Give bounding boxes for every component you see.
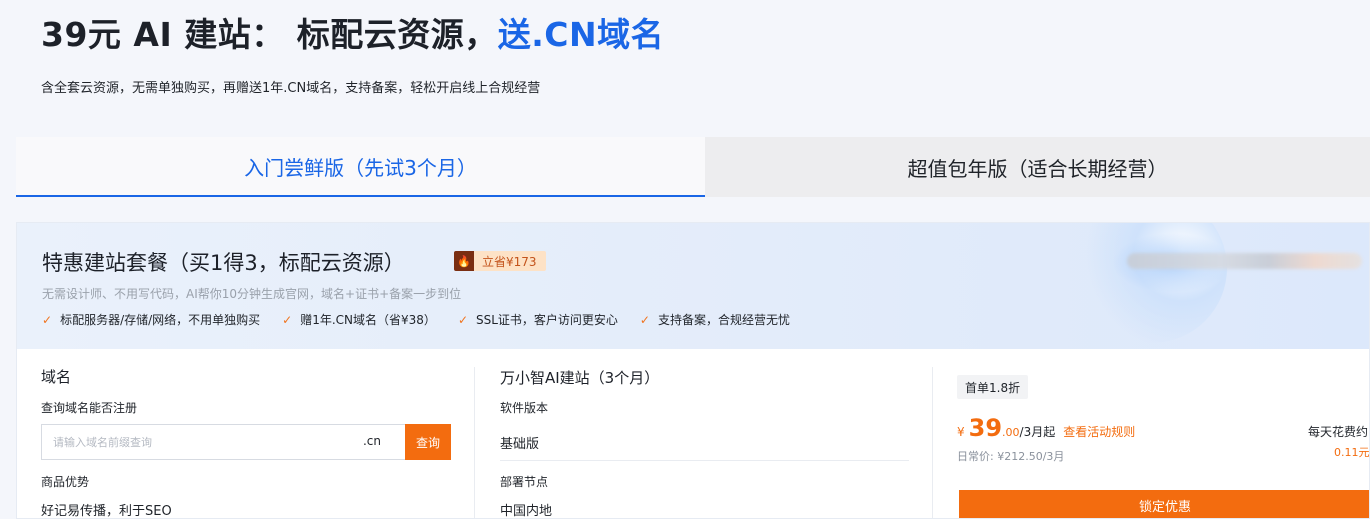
- row-divider: [500, 460, 909, 461]
- page-title-main: 39元 AI 建站： 标配云资源，: [41, 15, 498, 54]
- domain-query-label: 查询域名能否注册: [41, 401, 138, 415]
- page-subtitle: 含全套云资源，无需单独购买，再赠送1年.CN域名，支持备案，轻松开启线上合规经营: [41, 81, 541, 96]
- daily-cost-label: 每天花费约: [1308, 425, 1369, 439]
- flame-icon: 🔥: [454, 251, 474, 271]
- feature-item: ✓ 标配服务器/存储/网络，不用单独购买: [42, 311, 260, 328]
- plan-tabs: 入门尝鲜版（先试3个月） 超值包年版（适合长期经营）: [16, 137, 1370, 197]
- version-label: 软件版本: [500, 401, 549, 415]
- regular-price: 日常价: ¥212.50/3月: [957, 450, 1065, 463]
- product-heading: 万小智AI建站（3个月）: [500, 369, 660, 387]
- check-icon: ✓: [282, 312, 293, 327]
- feature-text: SSL证书，客户访问更安心: [476, 313, 618, 327]
- price-unit: /3月起: [1019, 425, 1056, 439]
- check-icon: ✓: [639, 312, 650, 327]
- package-card: 特惠建站套餐（买1得3，标配云资源） 🔥 立省¥173 无需设计师、不用写代码，…: [16, 222, 1370, 519]
- domain-search-input[interactable]: [42, 425, 342, 459]
- check-icon: ✓: [457, 312, 468, 327]
- blurred-promo-text: [1127, 253, 1362, 269]
- daily-cost-value: 0.11元: [1334, 446, 1370, 459]
- price-decimal: .00: [1002, 426, 1020, 439]
- advantage-label: 商品优势: [41, 475, 90, 489]
- feature-list: ✓ 标配服务器/存储/网络，不用单独购买 ✓ 赠1年.CN域名（省¥38） ✓ SSL…: [42, 311, 812, 328]
- domain-search-box: .cn: [41, 424, 407, 460]
- tab-trial-plan[interactable]: 入门尝鲜版（先试3个月）: [16, 137, 705, 197]
- domain-heading: 域名: [41, 368, 72, 386]
- feature-text: 赠1年.CN域名（省¥38）: [300, 313, 436, 327]
- activity-rules-link[interactable]: 查看活动规则: [1063, 423, 1135, 440]
- node-value[interactable]: 中国内地: [500, 500, 552, 518]
- feature-item: ✓ 赠1年.CN域名（省¥38）: [282, 311, 436, 328]
- price-row: ¥ 39 .00 /3月起 查看活动规则: [957, 414, 1135, 442]
- page-title: 39元 AI 建站： 标配云资源，送.CN域名: [41, 8, 664, 56]
- package-header: 特惠建站套餐（买1得3，标配云资源） 🔥 立省¥173 无需设计师、不用写代码，…: [17, 223, 1369, 349]
- column-divider: [474, 367, 475, 518]
- domain-suffix: .cn: [362, 434, 381, 448]
- package-title: 特惠建站套餐（买1得3，标配云资源）: [42, 251, 405, 275]
- feature-text: 标配服务器/存储/网络，不用单独购买: [60, 313, 261, 327]
- check-icon: ✓: [42, 312, 53, 327]
- feature-item: ✓ SSL证书，客户访问更安心: [458, 311, 618, 328]
- feature-text: 支持备案，合规经营无忧: [657, 313, 790, 327]
- pricing-panel: 首单1.8折 ¥ 39 .00 /3月起 查看活动规则 日常价: ¥212.50…: [933, 349, 1370, 518]
- lock-discount-button[interactable]: 锁定优惠: [959, 490, 1369, 518]
- node-label: 部署节点: [500, 475, 549, 489]
- domain-query-button[interactable]: 查询: [405, 424, 451, 460]
- price-currency: ¥: [957, 425, 965, 439]
- save-badge-text: 立省¥173: [474, 251, 546, 271]
- tab-annual-plan[interactable]: 超值包年版（适合长期经营）: [705, 137, 1370, 197]
- advantage-value: 好记易传播，利于SEO: [41, 504, 172, 519]
- version-value[interactable]: 基础版: [500, 433, 539, 452]
- price-integer: 39: [968, 414, 1003, 442]
- package-description: 无需设计师、不用写代码，AI帮你10分钟生成官网，域名+证书+备案一步到位: [42, 287, 462, 301]
- first-order-badge: 首单1.8折: [957, 375, 1029, 399]
- page-title-highlight: 送.CN域名: [497, 15, 665, 54]
- feature-item: ✓ 支持备案，合规经营无忧: [640, 311, 790, 328]
- save-badge: 🔥 立省¥173: [454, 251, 546, 271]
